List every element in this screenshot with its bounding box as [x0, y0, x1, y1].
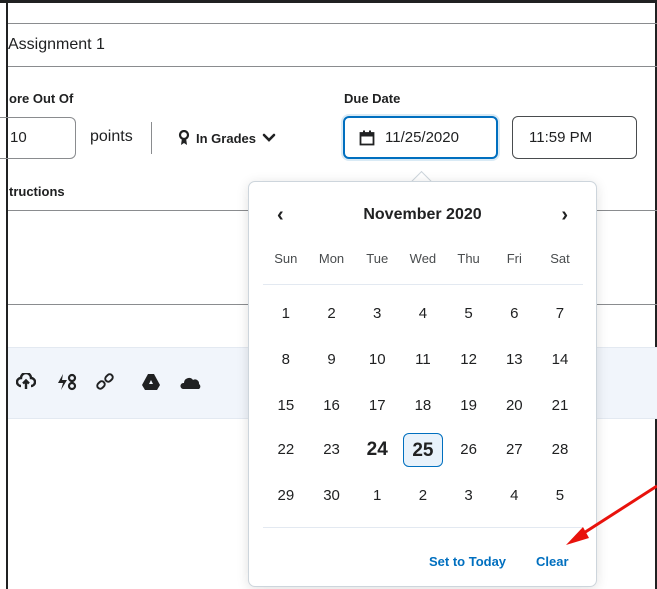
annotation-arrow — [566, 484, 657, 545]
